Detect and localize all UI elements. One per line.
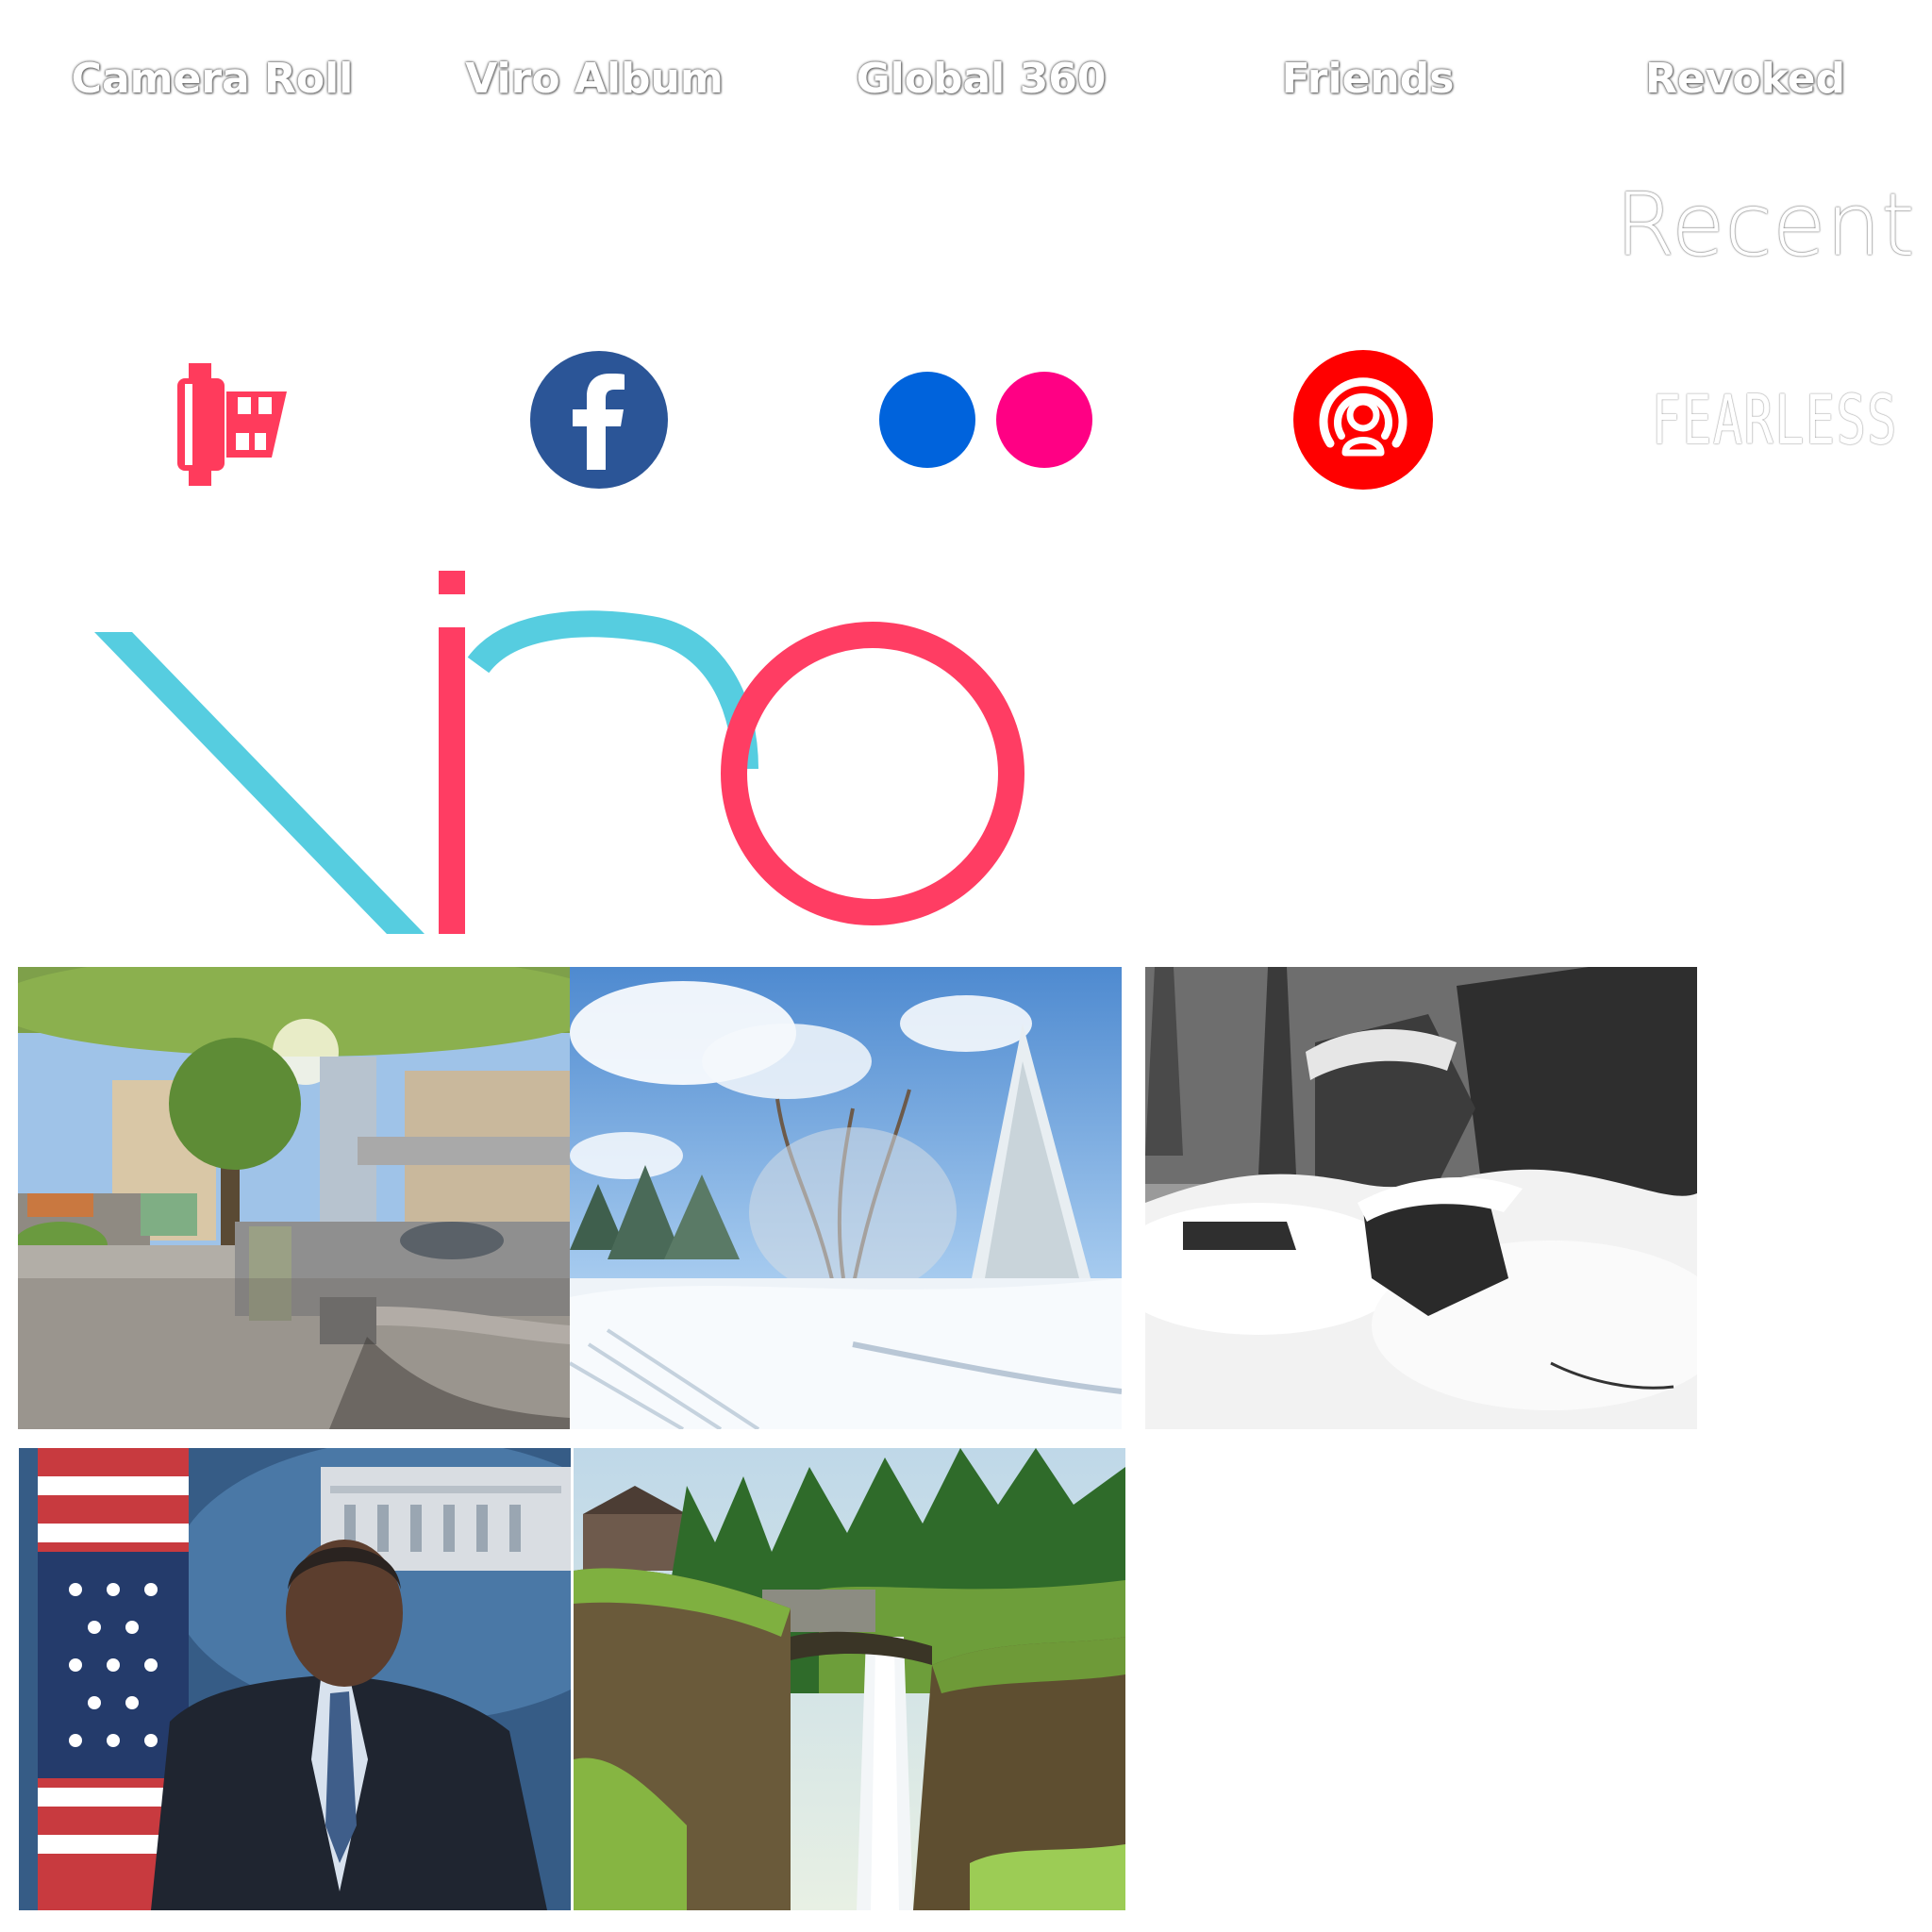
recent-heading: Recent [1615, 175, 1915, 275]
thumbnail-press-briefing[interactable] [19, 1448, 571, 1910]
thumbnail-city-street[interactable] [18, 967, 570, 1429]
thumbnail-waterfall[interactable] [574, 1448, 1125, 1910]
tab-friends[interactable]: Friends [1226, 49, 1509, 109]
thumbnail-snowy-rocks[interactable] [1145, 967, 1697, 1429]
facebook-icon[interactable] [528, 349, 670, 491]
tab-viro-album[interactable]: Viro Album [453, 49, 736, 109]
fearless-label: FEARLESS [1651, 380, 1898, 459]
periscope-icon[interactable] [1292, 349, 1434, 491]
viro-logo: viro [94, 571, 1038, 934]
thumbnail-snowy-forest[interactable] [570, 967, 1122, 1429]
flickr-icon[interactable] [873, 368, 1099, 472]
film-roll-icon[interactable] [170, 363, 292, 486]
tab-global-360[interactable]: Global 360 [840, 49, 1123, 109]
fearless-logo[interactable]: FEARLESS [1613, 373, 1898, 467]
tab-camera-roll[interactable]: Camera Roll [57, 49, 368, 109]
tab-revoked[interactable]: Revoked [1604, 49, 1887, 109]
